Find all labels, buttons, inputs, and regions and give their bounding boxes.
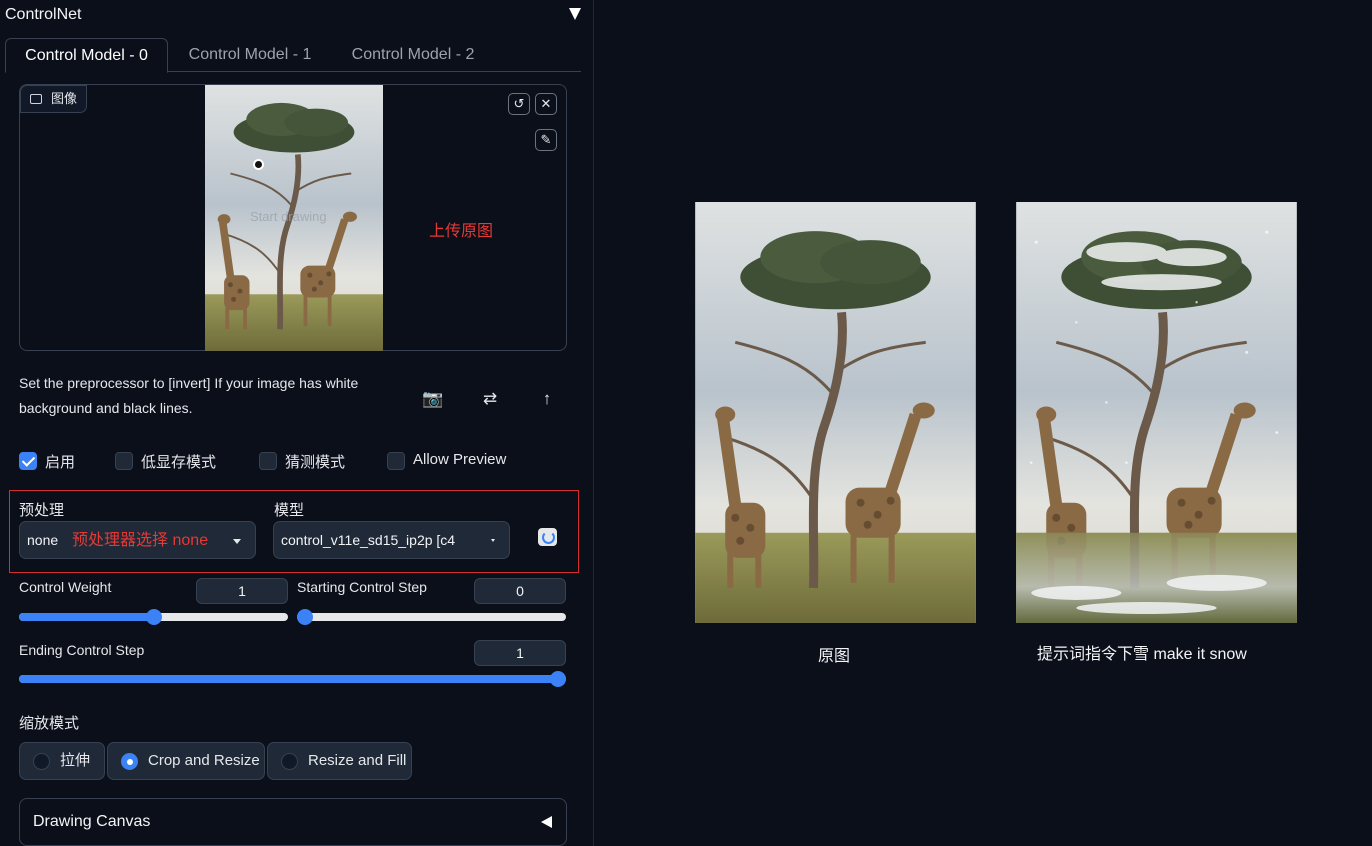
chevron-down-icon	[233, 539, 241, 544]
resize-mode-label: 缩放模式	[19, 715, 80, 732]
control-weight-input[interactable]: 1	[196, 578, 288, 604]
model-select[interactable]: control_v11e_sd15_ip2p [c4	[273, 521, 510, 559]
preprocessor-note: 预处理器选择 none	[72, 532, 209, 549]
snow-result-image	[1016, 202, 1297, 623]
preprocessor-value: none	[27, 532, 59, 548]
radio-dot[interactable]	[281, 753, 298, 770]
slider-fill	[19, 613, 154, 621]
original-caption: 原图	[818, 648, 851, 665]
start-drawing-text: Start drawing	[250, 209, 327, 224]
radio-resize-and-fill[interactable]: Resize and Fill	[267, 742, 412, 780]
starting-step-slider[interactable]	[297, 609, 566, 625]
checkbox-allow-preview-box[interactable]	[387, 452, 405, 470]
checkbox-enable-box[interactable]	[19, 452, 37, 470]
panel-header[interactable]: ControlNet	[5, 6, 585, 28]
radio-crop-and-resize-label: Crop and Resize	[148, 752, 260, 769]
ending-step-slider[interactable]	[19, 671, 566, 687]
tab-control-model-2[interactable]: Control Model - 2	[338, 38, 488, 73]
model-value: control_v11e_sd15_ip2p [c4	[281, 532, 456, 548]
starting-step-label: Starting Control Step	[297, 579, 427, 595]
radio-stretch[interactable]: 拉伸	[19, 742, 105, 780]
image-label-text: 图像	[51, 91, 78, 106]
radio-dot[interactable]	[121, 753, 138, 770]
controlnet-panel: ControlNet Control Model - 0 Control Mod…	[0, 0, 594, 846]
image-label: 图像	[20, 85, 87, 113]
checkbox-enable-label: 启用	[45, 454, 76, 471]
original-image	[695, 202, 976, 623]
starting-step-input[interactable]: 0	[474, 578, 566, 604]
slider-fill	[19, 675, 566, 683]
checkbox-low-vram-label: 低显存模式	[141, 454, 217, 471]
tab-control-model-1[interactable]: Control Model - 1	[175, 38, 325, 73]
slider-thumb[interactable]	[550, 671, 566, 687]
upload-arrow-icon[interactable]: ↑	[536, 388, 558, 410]
preprocessor-hint: Set the preprocessor to [invert] If your…	[19, 375, 359, 416]
upload-note: 上传原图	[429, 223, 494, 240]
tab-bar: Control Model - 0 Control Model - 1 Cont…	[5, 38, 581, 73]
image-upload-area[interactable]: 图像 Start drawing 上传原图 ↺ ✕ ✎	[19, 84, 567, 351]
checkbox-guess-mode-box[interactable]	[259, 452, 277, 470]
radio-dot[interactable]	[33, 753, 50, 770]
close-icon[interactable]: ✕	[535, 93, 557, 115]
checkbox-allow-preview-label: Allow Preview	[413, 451, 507, 468]
camera-icon[interactable]: 📷	[422, 388, 444, 410]
radio-stretch-label: 拉伸	[60, 752, 91, 769]
ending-step-input[interactable]: 1	[474, 640, 566, 666]
expand-triangle-icon[interactable]	[541, 816, 552, 828]
drawing-canvas-label: Drawing Canvas	[33, 813, 151, 830]
slider-thumb[interactable]	[145, 609, 162, 625]
chevron-down-icon	[491, 539, 495, 542]
collapse-triangle-icon[interactable]	[569, 8, 581, 20]
control-weight-slider[interactable]	[19, 609, 288, 625]
checkbox-guess-mode[interactable]: 猜测模式	[259, 451, 359, 471]
swap-icon[interactable]: ⇄	[479, 388, 501, 410]
checkbox-allow-preview[interactable]: Allow Preview	[387, 451, 517, 471]
undo-icon[interactable]: ↺	[508, 93, 530, 115]
checkbox-enable[interactable]: 启用	[19, 451, 89, 471]
slider-thumb[interactable]	[297, 609, 313, 625]
radio-resize-and-fill-label: Resize and Fill	[308, 752, 407, 769]
radio-crop-and-resize[interactable]: Crop and Resize	[107, 742, 265, 780]
tab-control-model-0[interactable]: Control Model - 0	[5, 38, 168, 73]
result-caption: 提示词指令下雪 make it snow	[1037, 646, 1247, 663]
model-label: 模型	[274, 502, 305, 519]
checkbox-low-vram-box[interactable]	[115, 452, 133, 470]
preprocessor-label: 预处理	[19, 502, 65, 519]
checkbox-low-vram[interactable]: 低显存模式	[115, 451, 235, 471]
control-weight-label: Control Weight	[19, 579, 112, 595]
image-icon	[30, 94, 42, 104]
refresh-models-icon[interactable]	[538, 528, 557, 546]
panel-title: ControlNet	[5, 6, 82, 23]
ending-step-label: Ending Control Step	[19, 642, 145, 658]
preprocessor-select[interactable]: none 预处理器选择 none	[19, 521, 256, 559]
brush-cursor	[253, 159, 264, 170]
drawing-canvas-accordion[interactable]: Drawing Canvas	[19, 798, 567, 846]
brush-icon[interactable]: ✎	[535, 129, 557, 151]
checkbox-guess-mode-label: 猜测模式	[285, 454, 346, 471]
